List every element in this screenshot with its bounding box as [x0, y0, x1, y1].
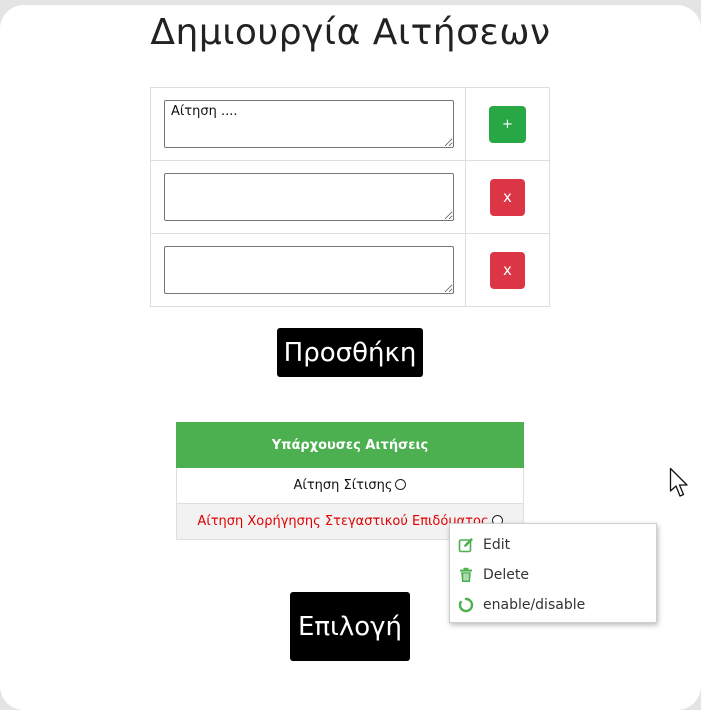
context-menu-label: enable/disable — [483, 597, 586, 613]
select-button[interactable]: Επιλογή — [290, 592, 410, 661]
add-row-button[interactable]: + — [488, 105, 526, 143]
mouse-cursor-icon — [669, 467, 688, 497]
request-input-row: x — [150, 160, 551, 234]
delete-row-button[interactable]: x — [489, 178, 525, 216]
request-textarea[interactable] — [164, 173, 454, 221]
context-menu-item-delete[interactable]: Delete — [450, 560, 656, 590]
request-label: Αίτηση Χορήγησης Στεγαστικού Επιδόματος — [197, 514, 489, 529]
table-row[interactable]: Αίτηση Σίτισης — [176, 467, 524, 504]
delete-row-button[interactable]: x — [489, 251, 525, 289]
context-menu-label: Delete — [483, 567, 529, 583]
trash-icon — [460, 567, 472, 582]
request-textarea[interactable]: Αίτηση .... — [164, 100, 454, 148]
context-menu-item-toggle[interactable]: enable/disable — [450, 590, 656, 620]
request-label: Αίτηση Σίτισης — [293, 478, 393, 493]
context-menu-item-edit[interactable]: Edit — [450, 530, 656, 560]
request-textarea[interactable] — [164, 246, 454, 294]
context-menu: Edit Delete enable/disable — [449, 523, 657, 623]
request-input-row: x — [150, 233, 551, 307]
request-input-row: Αίτηση .... + — [150, 87, 551, 161]
page-title: Δημιουργία Αιτήσεων — [150, 12, 551, 53]
request-input-table: Αίτηση .... + x x — [150, 87, 551, 307]
context-menu-label: Edit — [483, 537, 511, 553]
toggle-circle-icon — [458, 597, 474, 613]
table-header: Υπάρχουσες Αιτήσεις — [176, 422, 524, 468]
edit-icon — [458, 538, 473, 553]
radio-button[interactable] — [395, 479, 407, 490]
add-requests-button[interactable]: Προσθήκη — [277, 328, 423, 377]
